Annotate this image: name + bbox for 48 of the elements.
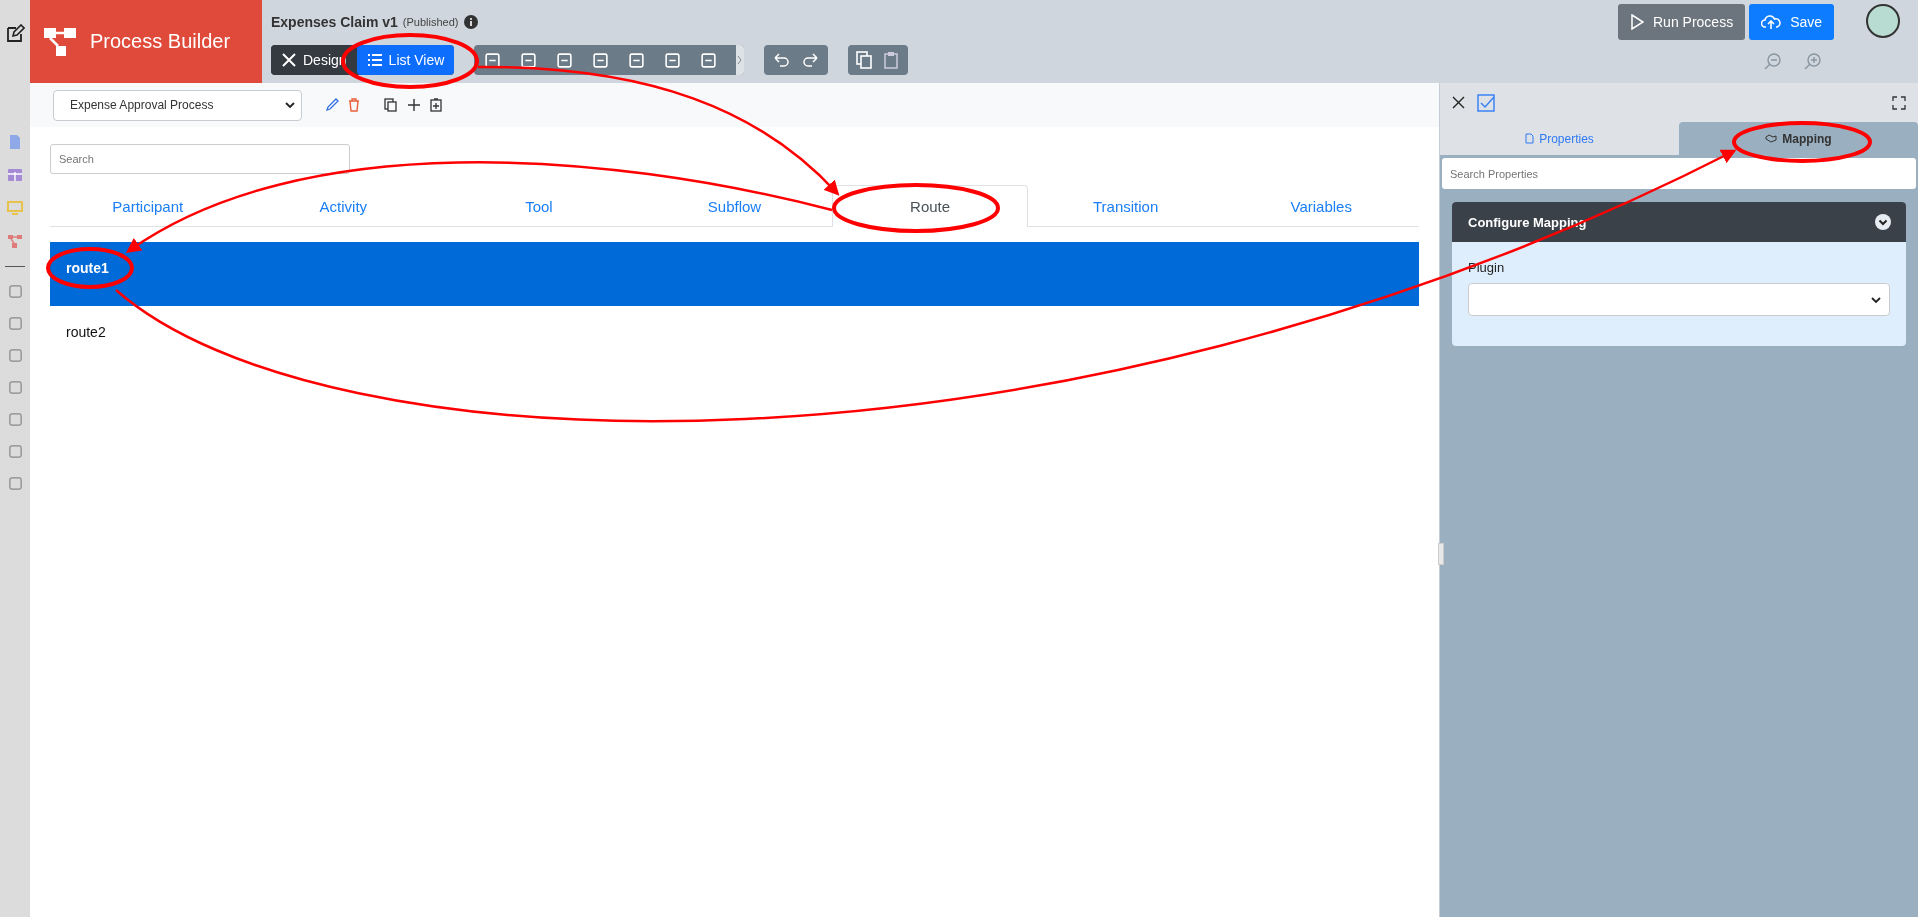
view-mode-tab[interactable]: List View (356, 45, 455, 75)
edit-icon[interactable] (5, 24, 25, 44)
trash-icon[interactable] (348, 98, 360, 112)
element-tab[interactable]: Subflow (636, 185, 833, 227)
chevron-down-icon (1871, 295, 1881, 304)
user-avatar[interactable] (1866, 4, 1901, 38)
list-icon (366, 52, 383, 68)
save-button[interactable]: Save (1749, 4, 1835, 40)
search-field[interactable]: Search (50, 144, 350, 174)
element-tab[interactable]: Tool (441, 185, 637, 227)
list-row[interactable]: route2 (50, 306, 1419, 370)
clipboard-add-icon[interactable] (430, 98, 442, 112)
status-label: (Published) (402, 16, 459, 28)
zoom-out-icon[interactable] (1764, 52, 1782, 70)
list-row[interactable]: route1 (50, 242, 1419, 306)
table-icon[interactable] (7, 167, 23, 183)
run-button[interactable]: Run Process (1618, 4, 1746, 40)
redo-icon[interactable] (802, 52, 821, 68)
card-title: Configure Mapping (1468, 214, 1587, 230)
cloud-upload-icon (1761, 14, 1782, 30)
document-icon (1525, 133, 1535, 144)
checkbox-icon[interactable] (1477, 93, 1495, 112)
tools-icon (281, 52, 297, 68)
close-icon[interactable] (1452, 96, 1465, 109)
app-logo[interactable]: Process Builder (30, 0, 262, 83)
element-tab[interactable]: Variables (1223, 185, 1419, 227)
copy-icon[interactable] (856, 51, 873, 69)
process-title: Expenses Claim v1 (271, 14, 398, 30)
fullscreen-icon[interactable] (1892, 95, 1906, 110)
process-icon[interactable] (7, 233, 23, 249)
element-tab[interactable]: Activity (245, 185, 442, 227)
chevron-icon[interactable] (1875, 214, 1891, 230)
zoom-in-icon[interactable] (1804, 52, 1822, 70)
chevron-down-icon (285, 101, 295, 109)
card-header[interactable]: Configure Mapping (1452, 202, 1906, 242)
resize-handle[interactable] (1438, 543, 1444, 565)
undo-icon[interactable] (772, 52, 791, 68)
copy-icon[interactable] (384, 98, 398, 112)
info-icon[interactable] (463, 15, 478, 29)
element-tab[interactable]: Transition (1027, 185, 1224, 227)
search-properties-field[interactable]: Search Properties (1442, 158, 1916, 189)
app-name: Process Builder (90, 30, 231, 53)
play-icon (1630, 14, 1644, 30)
process-select[interactable]: Expense Approval Process (53, 89, 302, 121)
element-tab[interactable]: Participant (50, 185, 246, 227)
paste-icon[interactable] (884, 51, 901, 69)
pencil-icon[interactable] (325, 98, 339, 112)
plus-icon[interactable] (407, 98, 421, 112)
